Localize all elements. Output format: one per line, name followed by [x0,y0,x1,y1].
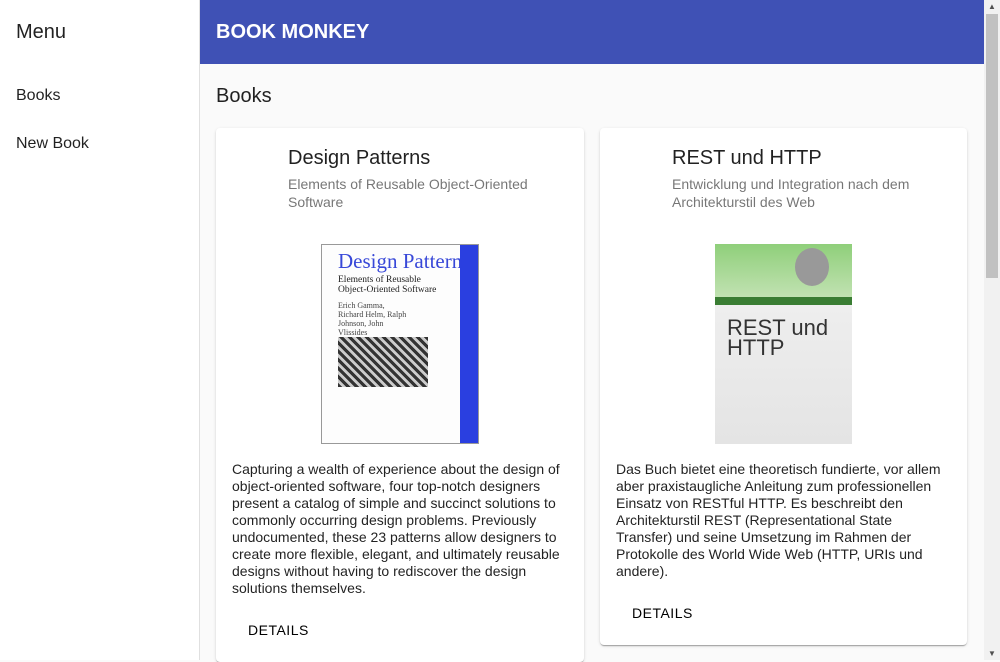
book-cover-image: Design Patterns Elements of Reusable Obj… [321,244,479,444]
scroll-up-icon[interactable]: ▲ [988,2,996,11]
sidebar-item-books[interactable]: Books [16,87,60,105]
scrollbar-thumb[interactable] [986,14,998,278]
cover-subtitle: Elements of Reusable Object-Oriented Sof… [338,275,437,295]
book-title: Design Patterns [288,147,431,169]
app-title: BOOK MONKEY [216,21,370,43]
toolbar: BOOK MONKEY [200,0,984,64]
menu-title: Menu [16,21,67,43]
cover-spine [460,245,478,443]
cover-illustration [338,337,428,387]
cover-title: REST und HTTP [727,315,829,360]
details-button[interactable]: DETAILS [624,597,701,629]
scrollbar[interactable]: ▲ ▼ [984,0,1000,660]
book-description: Capturing a wealth of experience about t… [232,461,560,596]
book-cover-image: REST und HTTP [715,244,852,444]
koala-illustration [795,248,829,286]
cover-band [715,297,852,305]
cover-authors: Erich Gamma, Richard Helm, Ralph Johnson… [338,301,407,337]
sidebar-item-new-book[interactable]: New Book [16,135,89,153]
cover-title: Design Patterns [338,249,471,273]
book-card: REST und HTTP Entwicklung und Integratio… [600,128,967,645]
book-card: Design Patterns Elements of Reusable Obj… [216,128,584,662]
sidebar: Menu Books New Book [0,0,200,660]
book-subtitle: Elements of Reusable Object-Oriented Sof… [288,176,528,210]
book-subtitle: Entwicklung und Integration nach dem Arc… [672,176,910,210]
details-button[interactable]: DETAILS [240,614,317,646]
book-title: REST und HTTP [672,147,822,169]
scroll-down-icon[interactable]: ▼ [988,649,996,658]
book-description: Das Buch bietet eine theoretisch fundier… [616,461,941,579]
page-title: Books [216,85,272,107]
